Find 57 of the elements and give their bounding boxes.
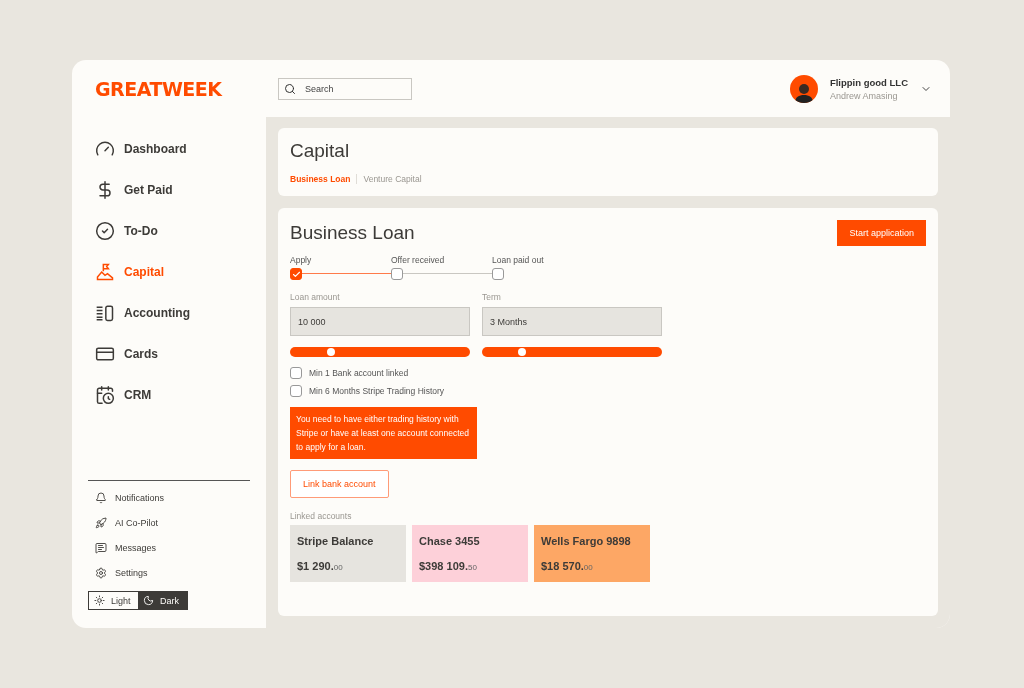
search-icon — [284, 82, 296, 95]
slider[interactable] — [482, 347, 662, 357]
menu-item[interactable]: Settings — [88, 566, 250, 580]
account-card[interactable]: Chase 3455 $398 109.50 — [412, 525, 528, 582]
nav-item[interactable]: Accounting — [95, 301, 250, 325]
account-card[interactable]: Wells Fargo 9898 $18 570.00 — [534, 525, 650, 582]
theme-toggle-option[interactable]: Dark — [138, 592, 187, 609]
company-name: Flippin good LLC — [829, 76, 908, 88]
flag-hill-icon — [95, 262, 115, 282]
account-name: Stripe Balance — [297, 535, 375, 547]
nav-item[interactable]: CRM — [95, 383, 250, 407]
checkbox-label: Min 1 Bank account linked — [309, 368, 409, 378]
list-panel-icon — [95, 303, 115, 323]
nav-item[interactable]: Get Paid — [95, 178, 250, 202]
input-field[interactable]: 10 000 — [290, 307, 470, 336]
page-title: Capital — [290, 140, 351, 162]
step-label: Loan paid out — [492, 255, 545, 265]
account-card[interactable]: Stripe Balance $1 290.00 — [290, 525, 406, 582]
checkbox[interactable] — [290, 385, 302, 397]
nav-item[interactable]: Cards — [95, 342, 250, 366]
slider[interactable] — [290, 347, 470, 357]
sun-icon — [94, 595, 105, 606]
bell-icon — [95, 492, 107, 504]
account-name: Wells Fargo 9898 — [541, 535, 632, 547]
field-label: Loan amount — [290, 292, 341, 302]
step-label: Offer received — [391, 255, 446, 265]
moon-icon — [143, 595, 154, 606]
checkbox[interactable] — [290, 367, 302, 379]
account-balance: $1 290.00 — [297, 560, 344, 572]
rocket-icon — [95, 517, 107, 529]
slider-thumb[interactable] — [327, 348, 336, 356]
settings-icon — [95, 567, 107, 579]
section-label: Linked accounts — [290, 511, 353, 521]
section-title: Business Loan — [290, 222, 415, 244]
message-icon — [95, 542, 107, 554]
menu-item[interactable]: Messages — [88, 541, 250, 555]
account-balance: $18 570.00 — [541, 560, 594, 572]
menu-item[interactable]: AI Co-Pilot — [88, 516, 250, 530]
nav-item[interactable]: Dashboard — [95, 137, 250, 161]
logo: GREATWEEK — [95, 77, 222, 100]
card-icon — [95, 344, 115, 364]
menu-item[interactable]: Notifications — [88, 491, 250, 505]
avatar — [789, 74, 818, 103]
nav-item[interactable]: To-Do — [95, 219, 250, 243]
alert-message: You need to have either trading history with Stripe or have at least one account connected to apply for a loan. — [290, 407, 477, 459]
input-field[interactable]: 3 Months — [482, 307, 662, 336]
checkbox-label: Min 6 Months Stripe Trading History — [309, 386, 445, 396]
account-name: Chase 3455 — [419, 535, 481, 547]
gauge-icon — [95, 139, 115, 159]
account-balance: $398 109.50 — [419, 560, 478, 572]
step-label: Apply — [290, 255, 313, 265]
check-circle-icon — [95, 221, 115, 241]
calendar-clock-icon — [95, 385, 115, 405]
slider-thumb[interactable] — [517, 348, 526, 356]
user-name: Andrew Amasing — [829, 90, 899, 101]
search-field[interactable]: Search — [278, 77, 412, 100]
field-label: Term — [482, 292, 502, 302]
